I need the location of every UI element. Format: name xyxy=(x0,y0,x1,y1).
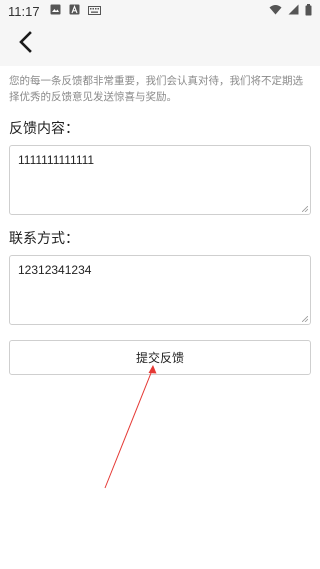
notice-text: 您的每一条反馈都非常重要，我们会认真对待，我们将不定期选择优秀的反馈意见发送惊喜… xyxy=(9,75,303,103)
contact-input[interactable]: 12312341234 xyxy=(9,255,311,325)
feedback-input[interactable]: 1111111111111 xyxy=(9,145,311,215)
contact-label: 联系方式： xyxy=(9,231,79,247)
status-time: 11:17 xyxy=(8,3,40,19)
feedback-input-value: 1111111111111 xyxy=(18,153,95,167)
back-arrow-icon xyxy=(18,31,32,57)
toolbar xyxy=(0,22,320,66)
contact-input-value: 12312341234 xyxy=(18,263,92,277)
submit-feedback-button[interactable]: 提交反馈 xyxy=(9,340,311,375)
signal-icon xyxy=(288,4,299,18)
text-a-icon xyxy=(69,4,80,18)
back-button[interactable] xyxy=(10,29,40,59)
submit-feedback-label: 提交反馈 xyxy=(135,351,184,365)
keyboard-icon xyxy=(87,4,101,18)
status-left-icons xyxy=(50,4,101,18)
resize-grip-icon[interactable] xyxy=(302,206,308,212)
wifi-icon xyxy=(269,4,282,18)
status-right-icons xyxy=(269,3,312,19)
image-icon xyxy=(50,4,61,18)
feedback-label: 反馈内容： xyxy=(9,121,79,137)
resize-grip-icon[interactable] xyxy=(302,316,308,322)
battery-icon xyxy=(305,3,312,19)
status-bar: 11:17 xyxy=(0,0,320,22)
